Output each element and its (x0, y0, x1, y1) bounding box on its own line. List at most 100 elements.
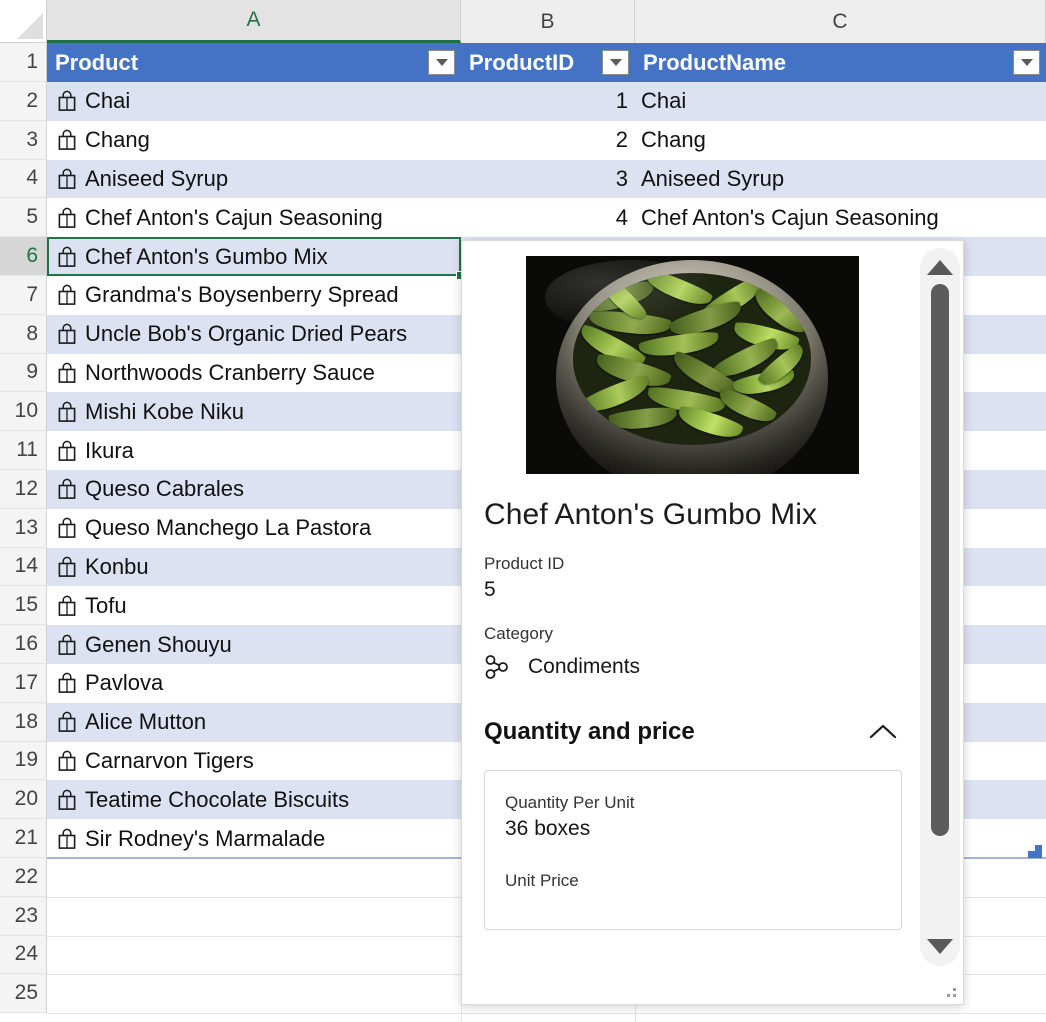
table-row[interactable]: Chang (47, 120, 461, 160)
row-header-6[interactable]: 6 (0, 237, 47, 276)
product-bag-icon (57, 672, 77, 694)
table-row[interactable]: Sir Rodney's Marmalade (47, 819, 461, 858)
product-id-label: Product ID (484, 554, 565, 573)
table-row[interactable]: Chai (47, 82, 461, 121)
row-header-17[interactable]: 17 (0, 664, 47, 703)
share-node-icon (484, 654, 510, 680)
quantity-per-unit-value: 36 boxes (505, 817, 591, 840)
row-header-20[interactable]: 20 (0, 780, 47, 820)
select-all-triangle-icon (17, 13, 43, 39)
chevron-down-icon (1020, 59, 1033, 66)
row-header-10[interactable]: 10 (0, 392, 47, 432)
row-header-24[interactable]: 24 (0, 935, 47, 975)
product-cell-text: Grandma's Boysenberry Spread (85, 282, 399, 308)
filter-button-productname[interactable] (1013, 50, 1040, 75)
row-header-3[interactable]: 3 (0, 120, 47, 160)
table-resize-corner[interactable] (1028, 845, 1042, 858)
table-row[interactable]: Mishi Kobe Niku (47, 392, 461, 432)
table-row[interactable]: Genen Shouyu (47, 625, 461, 664)
table-row[interactable]: Aniseed Syrup (47, 159, 461, 199)
row-header-9[interactable]: 9 (0, 353, 47, 393)
table-header-productname[interactable]: ProductName (635, 43, 1046, 82)
data-card-content: Chef Anton's Gumbo Mix Product ID 5 Cate… (462, 241, 922, 1004)
product-name-cell[interactable]: Chang (635, 120, 1046, 160)
table-row[interactable]: Chef Anton's Cajun Seasoning (47, 198, 461, 238)
product-name-cell[interactable]: Aniseed Syrup (635, 159, 1046, 199)
product-name-cell[interactable]: Chef Anton's Cajun Seasoning (635, 198, 1046, 238)
product-cell-text: Genen Shouyu (85, 631, 232, 657)
product-cell-text: Queso Manchego La Pastora (85, 515, 372, 541)
product-bag-icon (57, 401, 77, 423)
table-row[interactable]: Alice Mutton (47, 702, 461, 742)
product-cell-text: Chai (85, 88, 131, 114)
product-cell-text: Ikura (85, 437, 134, 463)
table-header-label: ProductName (643, 49, 787, 75)
table-row[interactable]: Queso Manchego La Pastora (47, 508, 461, 548)
product-cell-text: Tofu (85, 592, 127, 618)
product-id-cell[interactable]: 2 (461, 120, 635, 160)
quantity-price-subcard: Quantity Per Unit 36 boxes Unit Price (484, 770, 902, 930)
table-row[interactable]: Pavlova (47, 664, 461, 703)
product-bag-icon (57, 284, 77, 306)
data-card-popup[interactable]: Chef Anton's Gumbo Mix Product ID 5 Cate… (461, 240, 964, 1005)
product-id-cell[interactable]: 4 (461, 198, 635, 238)
row-header-23[interactable]: 23 (0, 896, 47, 936)
column-header-c[interactable]: C (635, 0, 1046, 43)
triangle-up-icon[interactable] (927, 260, 953, 275)
table-row[interactable]: Northwoods Cranberry Sauce (47, 353, 461, 393)
product-cell-text: Chef Anton's Cajun Seasoning (85, 204, 383, 230)
row-header-12[interactable]: 12 (0, 470, 47, 509)
product-id-cell[interactable]: 3 (461, 159, 635, 199)
row-header-11[interactable]: 11 (0, 431, 47, 470)
chevron-up-icon[interactable] (866, 721, 900, 743)
product-bag-icon (57, 556, 77, 578)
table-row[interactable]: Carnarvon Tigers (47, 741, 461, 781)
product-bag-icon (57, 168, 77, 190)
triangle-down-icon[interactable] (927, 939, 953, 954)
row-header-21[interactable]: 21 (0, 819, 47, 858)
table-row[interactable]: Tofu (47, 586, 461, 626)
row-header-7[interactable]: 7 (0, 276, 47, 315)
product-cell-text: Chef Anton's Gumbo Mix (85, 243, 328, 269)
resize-grip-icon[interactable] (942, 983, 956, 997)
product-name-cell[interactable]: Chai (635, 82, 1046, 121)
row-header-16[interactable]: 16 (0, 625, 47, 664)
row-header-19[interactable]: 19 (0, 741, 47, 781)
row-header-1[interactable]: 1 (0, 43, 47, 82)
table-row[interactable]: Teatime Chocolate Biscuits (47, 780, 461, 820)
table-row[interactable]: Queso Cabrales (47, 470, 461, 509)
row-header-4[interactable]: 4 (0, 159, 47, 199)
table-header-product[interactable]: Product (47, 43, 461, 82)
scrollbar-thumb[interactable] (931, 284, 949, 836)
row-header-2[interactable]: 2 (0, 82, 47, 121)
table-row[interactable]: Ikura (47, 431, 461, 470)
row-header-25[interactable]: 25 (0, 974, 47, 1014)
product-cell-text: Mishi Kobe Niku (85, 398, 244, 424)
product-id-cell[interactable]: 1 (461, 82, 635, 121)
quantity-and-price-header[interactable]: Quantity and price (484, 718, 900, 746)
column-header-b[interactable]: B (461, 0, 635, 43)
table-row[interactable]: Uncle Bob's Organic Dried Pears (47, 314, 461, 354)
product-bag-icon (57, 750, 77, 772)
row-header-8[interactable]: 8 (0, 314, 47, 354)
card-scrollbar[interactable] (920, 248, 960, 966)
select-all-corner[interactable] (0, 0, 47, 43)
table-row[interactable]: Konbu (47, 547, 461, 587)
category-row[interactable]: Condiments (484, 654, 922, 680)
table-row[interactable]: Grandma's Boysenberry Spread (47, 276, 461, 315)
filter-button-product[interactable] (428, 50, 455, 75)
row-header-14[interactable]: 14 (0, 547, 47, 587)
table-row[interactable]: Chef Anton's Gumbo Mix (47, 237, 461, 276)
row-header-5[interactable]: 5 (0, 198, 47, 238)
product-cell-text: Alice Mutton (85, 709, 207, 735)
product-bag-icon (57, 362, 77, 384)
column-header-a[interactable]: A (47, 0, 461, 43)
product-cell-text: Konbu (85, 553, 149, 579)
row-header-22[interactable]: 22 (0, 858, 47, 897)
row-header-15[interactable]: 15 (0, 586, 47, 626)
filter-button-productid[interactable] (602, 50, 629, 75)
chevron-down-icon (435, 59, 448, 66)
unit-price-label: Unit Price (505, 871, 579, 890)
row-header-18[interactable]: 18 (0, 702, 47, 742)
row-header-13[interactable]: 13 (0, 508, 47, 548)
